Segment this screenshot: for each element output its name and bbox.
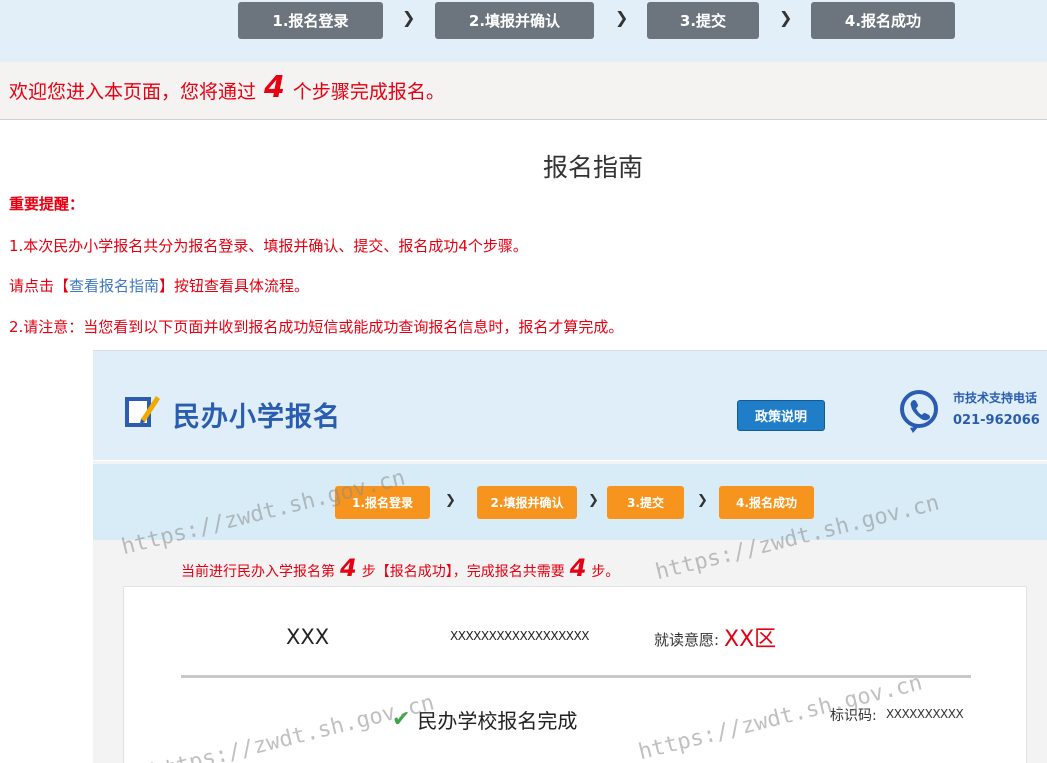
sample-screenshot: 民办小学报名 政策说明 市技术支持电话 021-962066 1.报名登录 ❯ … — [93, 350, 1047, 763]
code-label: 标识码: — [830, 708, 877, 724]
sample-logo-text: 民办小学报名 — [173, 402, 341, 433]
sample-step-3: 3.提交 — [607, 486, 684, 519]
chevron-right-icon: ❯ — [445, 493, 456, 508]
intent-label: 就读意愿: — [654, 631, 720, 649]
sample-step-2: 2.填报并确认 — [477, 486, 577, 519]
chevron-right-icon: ❯ — [779, 8, 793, 27]
chevron-right-icon: ❯ — [402, 8, 416, 27]
guide-line-2: 请点击【查看报名指南】按钮查看具体流程。 — [9, 275, 309, 296]
step-count: 4 — [264, 70, 285, 105]
code-value: XXXXXXXXXX — [886, 707, 964, 721]
step-1-login[interactable]: 1.报名登录 — [238, 2, 383, 39]
step-3-submit[interactable]: 3.提交 — [647, 2, 759, 39]
sample-step-1: 1.报名登录 — [335, 486, 430, 519]
support-label: 市技术支持电话 — [953, 391, 1038, 405]
status-total-steps: 4 — [569, 554, 587, 582]
guide-title: 报名指南 — [543, 153, 644, 182]
guide-line-2-suffix: 】按钮查看具体流程。 — [159, 277, 310, 295]
guide-line-1: 1.本次民办小学报名共分为报名登录、填报并确认、提交、报名成功4个步骤。 — [9, 237, 528, 255]
status-current-step: 4 — [340, 554, 357, 582]
phone-support-icon — [900, 390, 938, 433]
card-divider — [181, 675, 971, 678]
view-guide-link[interactable]: 查看报名指南 — [69, 277, 159, 295]
welcome-prefix: 欢迎您进入本页面，您将通过 — [9, 81, 257, 103]
welcome-banner: 欢迎您进入本页面，您将通过 4 个步骤完成报名。 — [0, 62, 1047, 120]
intent-value: XX区 — [724, 627, 777, 652]
chevron-right-icon: ❯ — [615, 8, 629, 27]
pencil-notebook-icon — [125, 396, 160, 427]
status-part-1: 当前进行民办入学报名第 — [181, 564, 335, 580]
completion-message: ✔ 民办学校报名完成 — [392, 705, 577, 734]
guide-line-3: 2.请注意：当您看到以下页面并收到报名成功短信或能成功查询报名信息时，报名才算完… — [9, 318, 624, 336]
policy-button: 政策说明 — [737, 400, 825, 431]
sample-header: 民办小学报名 政策说明 市技术支持电话 021-962066 — [93, 351, 1047, 461]
status-part-2: 步【报名成功】，完成报名共需要 — [361, 564, 565, 580]
reminder-heading: 重要提醒： — [9, 195, 85, 213]
step-bar: 1.报名登录 ❯ 2.填报并确认 ❯ 3.提交 ❯ 4.报名成功 — [0, 0, 1047, 62]
sample-step-4: 4.报名成功 — [719, 486, 814, 519]
checkmark-icon: ✔ — [392, 707, 411, 732]
sample-step-bar: 1.报名登录 ❯ 2.填报并确认 ❯ 3.提交 ❯ 4.报名成功 — [93, 464, 1047, 540]
welcome-suffix: 个步骤完成报名。 — [292, 81, 445, 103]
chevron-right-icon: ❯ — [697, 493, 708, 508]
chevron-right-icon: ❯ — [588, 493, 599, 508]
completion-text: 民办学校报名完成 — [417, 709, 578, 733]
step-2-fill-confirm[interactable]: 2.填报并确认 — [435, 2, 594, 39]
sample-result-card: XXX XXXXXXXXXXXXXXXXXX 就读意愿: XX区 ✔ 民办学校报… — [123, 586, 1027, 763]
status-part-3: 步。 — [591, 564, 620, 580]
applicant-id: XXXXXXXXXXXXXXXXXX — [450, 629, 589, 643]
step-4-success[interactable]: 4.报名成功 — [811, 2, 955, 39]
support-phone: 021-962066 — [953, 413, 1040, 428]
guide-line-2-prefix: 请点击【 — [9, 277, 70, 295]
sample-status: 当前进行民办入学报名第 4 步【报名成功】，完成报名共需要 4 步。 — [181, 554, 619, 582]
applicant-name: XXX — [286, 625, 330, 649]
